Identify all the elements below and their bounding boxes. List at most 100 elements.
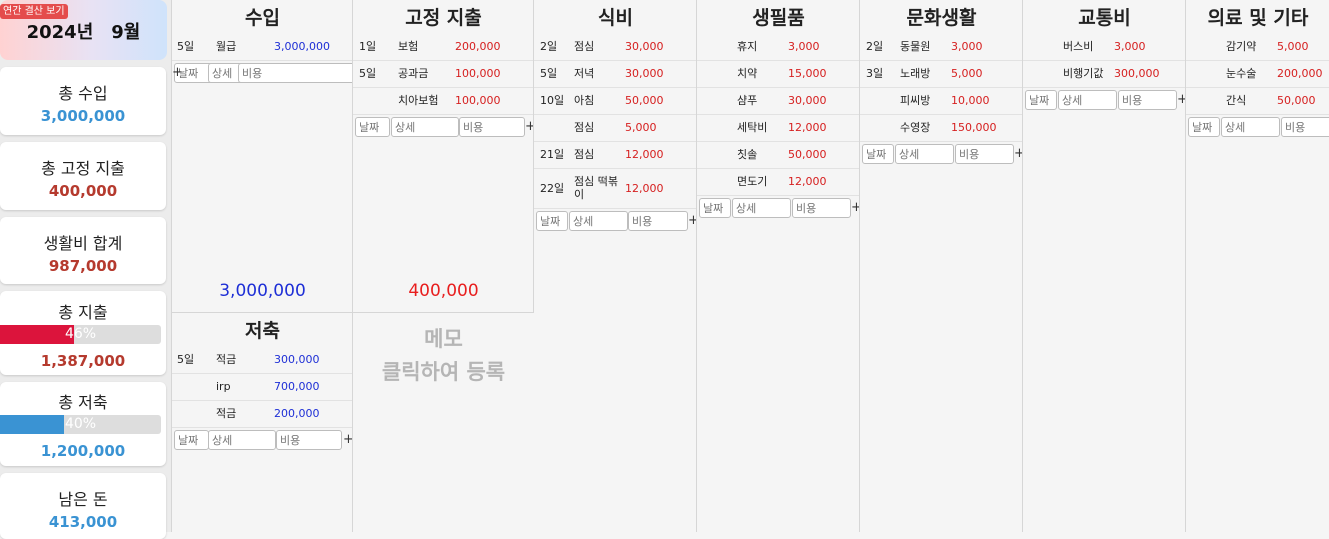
entry-row[interactable]: 수영장 150,000	[860, 115, 1023, 142]
entry-amount: 100,000	[455, 67, 501, 80]
entry-amount: 3,000	[788, 40, 820, 53]
entry-row[interactable]: 2일 점심 30,000	[534, 34, 697, 61]
add-entry-form: +	[353, 115, 536, 141]
entry-row[interactable]: 5일 월급 3,000,000	[172, 34, 353, 61]
entry-row[interactable]: 치아보험 100,000	[353, 88, 534, 115]
detail-input[interactable]	[391, 117, 459, 137]
entry-amount: 300,000	[274, 353, 320, 366]
date-input[interactable]	[174, 430, 209, 450]
remaining-value: 413,000	[48, 513, 118, 531]
entry-row[interactable]: 5일 적금 300,000	[172, 347, 353, 374]
entry-date: 5일	[177, 40, 195, 53]
entry-row[interactable]: 5일 저녁 30,000	[534, 61, 697, 88]
add-entry-form: +	[860, 142, 1025, 168]
add-entry-form: +	[172, 428, 354, 454]
add-entry-button[interactable]: +	[172, 65, 183, 80]
cost-input[interactable]	[792, 198, 851, 218]
entry-row[interactable]: 면도기 12,000	[697, 169, 860, 196]
entry-row[interactable]: 피씨방 10,000	[860, 88, 1023, 115]
year-label[interactable]: 2024년	[27, 22, 94, 43]
entry-row[interactable]: 적금 200,000	[172, 401, 353, 428]
entry-row[interactable]: 점심 5,000	[534, 115, 697, 142]
entry-row[interactable]: 눈수술 200,000	[1186, 61, 1329, 88]
entry-detail: 치아보험	[398, 94, 439, 107]
cost-input[interactable]	[628, 211, 688, 231]
add-entry-form: +	[697, 196, 862, 222]
date-input[interactable]	[355, 117, 390, 137]
entry-amount: 50,000	[1277, 94, 1316, 107]
entry-row[interactable]: 칫솔 50,000	[697, 142, 860, 169]
month-header: 연간 결산 보기 2024년 9월	[0, 0, 167, 60]
date-input[interactable]	[699, 198, 731, 218]
column-food: 식비 2일 점심 30,000 5일 저녁 30,000 10일 아침 50,000 점심 5,00…	[533, 0, 699, 532]
column-title: 수입	[245, 7, 280, 29]
column-medical: 의료 및 기타 감기약 5,000 눈수술 200,000 간식 50,000 +	[1185, 0, 1329, 532]
entry-amount: 5,000	[951, 67, 983, 80]
saving-percent: 40%	[64, 416, 97, 432]
entry-detail: 샴푸	[737, 94, 758, 107]
entry-detail: 적금	[216, 353, 237, 366]
entry-row[interactable]: 비행기값 300,000	[1023, 61, 1186, 88]
entry-detail: 점심	[574, 40, 595, 53]
entry-detail: 면도기	[737, 175, 768, 188]
entry-detail: 칫솔	[737, 148, 758, 161]
column-title: 고정 지출	[405, 7, 482, 29]
entry-row[interactable]: 5일 공과금 100,000	[353, 61, 534, 88]
entry-row[interactable]: 세탁비 12,000	[697, 115, 860, 142]
date-input[interactable]	[536, 211, 568, 231]
entry-row[interactable]: 버스비 3,000	[1023, 34, 1186, 61]
annual-summary-button[interactable]: 연간 결산 보기	[0, 4, 68, 19]
entry-detail: 점심	[574, 121, 595, 134]
entry-row[interactable]: 3일 노래방 5,000	[860, 61, 1023, 88]
entry-row[interactable]: 치약 15,000	[697, 61, 860, 88]
entry-date: 2일	[540, 40, 558, 53]
memo-hint[interactable]: 클릭하여 등록	[353, 356, 534, 389]
entry-row[interactable]: 1일 보험 200,000	[353, 34, 534, 61]
date-input[interactable]	[1025, 90, 1057, 110]
entry-amount: 12,000	[625, 182, 664, 195]
detail-input[interactable]	[1221, 117, 1280, 137]
living-total-value: 987,000	[48, 257, 118, 275]
cost-input[interactable]	[1281, 117, 1329, 137]
spend-percent: 46%	[64, 326, 97, 342]
entry-amount: 3,000	[951, 40, 983, 53]
detail-input[interactable]	[732, 198, 791, 218]
entry-detail: 버스비	[1063, 40, 1094, 53]
entry-amount: 200,000	[455, 40, 501, 53]
cost-input[interactable]	[459, 117, 525, 137]
date-input[interactable]	[862, 144, 894, 164]
entry-row[interactable]: 휴지 3,000	[697, 34, 860, 61]
entry-detail: 보험	[398, 40, 419, 53]
entry-row[interactable]: 21일 점심 12,000	[534, 142, 697, 169]
entry-row[interactable]: 감기약 5,000	[1186, 34, 1329, 61]
total-spend-card: 총 지출 46% 1,387,000	[0, 291, 166, 375]
entry-date: 1일	[359, 40, 377, 53]
date-input[interactable]	[1188, 117, 1220, 137]
saving-progress-bar: 40%	[0, 415, 161, 434]
month-label[interactable]: 9월	[111, 22, 140, 43]
entry-amount: 200,000	[1277, 67, 1323, 80]
detail-input[interactable]	[569, 211, 628, 231]
entry-amount: 3,000,000	[274, 40, 330, 53]
memo-panel[interactable]: 메모 클릭하여 등록	[352, 313, 534, 532]
entry-row[interactable]: 간식 50,000	[1186, 88, 1329, 115]
cost-input[interactable]	[955, 144, 1014, 164]
entry-amount: 200,000	[274, 407, 320, 420]
entry-row[interactable]: 22일 점심 떡볶이 12,000	[534, 169, 697, 209]
entry-row[interactable]: 샴푸 30,000	[697, 88, 860, 115]
cost-input[interactable]	[276, 430, 342, 450]
entry-amount: 50,000	[625, 94, 664, 107]
entry-date: 22일	[540, 182, 565, 195]
entry-row[interactable]: irp 700,000	[172, 374, 353, 401]
detail-input[interactable]	[208, 430, 276, 450]
column-title: 문화생활	[906, 7, 977, 29]
entry-row[interactable]: 10일 아침 50,000	[534, 88, 697, 115]
column-title: 교통비	[1078, 7, 1131, 29]
entry-row[interactable]: 2일 동물원 3,000	[860, 34, 1023, 61]
cost-input[interactable]	[1118, 90, 1177, 110]
entry-detail: 세탁비	[737, 121, 768, 134]
detail-input[interactable]	[895, 144, 954, 164]
detail-input[interactable]	[1058, 90, 1117, 110]
memo-title[interactable]: 메모	[353, 323, 534, 356]
entry-detail: 수영장	[900, 121, 931, 134]
